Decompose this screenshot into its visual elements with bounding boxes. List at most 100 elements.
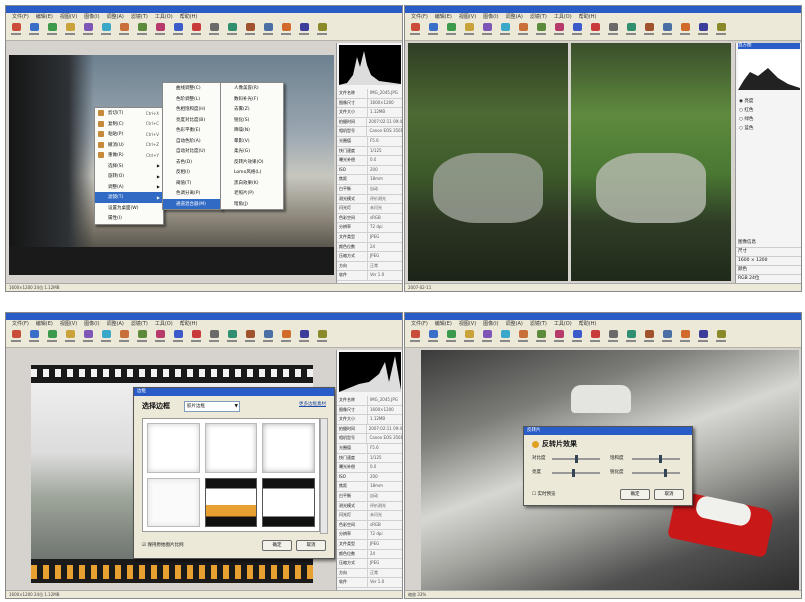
toolbar-button[interactable] — [427, 330, 439, 345]
toolbar-button[interactable] — [445, 330, 457, 345]
toolbar-button[interactable] — [244, 330, 256, 345]
submenu-item[interactable]: 暗角(J) — [221, 199, 283, 210]
menu-filter[interactable]: 滤镜(T) — [530, 13, 547, 21]
ctx-item-adjust[interactable]: 调整(A) ▶ — [95, 182, 163, 193]
menu-filter[interactable]: 滤镜(T) — [530, 320, 547, 328]
toolbar-button[interactable] — [643, 330, 655, 345]
channel-option-luminance[interactable]: ◉ 亮度 — [739, 97, 753, 106]
menu-adjust[interactable]: 调整(A) — [107, 13, 124, 21]
toolbar-button[interactable] — [190, 23, 202, 38]
toolbar-button[interactable] — [208, 23, 220, 38]
sharpness-slider[interactable] — [632, 469, 680, 477]
menu-file[interactable]: 文件(F) — [12, 13, 29, 21]
menu-edit[interactable]: 编辑(E) — [36, 320, 53, 328]
toolbar-button[interactable] — [280, 23, 292, 38]
toolbar-button[interactable] — [316, 330, 328, 345]
toolbar-button[interactable] — [679, 330, 691, 345]
menu-help[interactable]: 帮助(H) — [180, 13, 198, 21]
menu-help[interactable]: 帮助(H) — [579, 13, 597, 21]
toolbar-button[interactable] — [625, 330, 637, 345]
toolbar-button[interactable] — [715, 330, 727, 345]
submenu-item[interactable]: 色相饱和度(H) — [163, 104, 221, 115]
toolbar-button[interactable] — [589, 330, 601, 345]
toolbar-button[interactable] — [46, 330, 58, 345]
border-thumbnail[interactable] — [147, 477, 200, 527]
keep-ratio-checkbox[interactable]: ☑ 保持原始图片比例 — [142, 542, 183, 548]
border-thumbnail[interactable] — [262, 477, 315, 527]
toolbar-button[interactable] — [82, 330, 94, 345]
toolbar-button[interactable] — [10, 23, 22, 38]
submenu-item[interactable]: 色彩平衡(E) — [163, 125, 221, 136]
submenu-item[interactable]: 自动色阶(A) — [163, 136, 221, 147]
ok-button[interactable]: 确定 — [620, 489, 650, 500]
toolbar-button[interactable] — [136, 23, 148, 38]
toolbar-button[interactable] — [571, 23, 583, 38]
menu-help[interactable]: 帮助(H) — [180, 320, 198, 328]
toolbar-button[interactable] — [154, 330, 166, 345]
toolbar-button[interactable] — [697, 23, 709, 38]
ctx-item-rotate[interactable]: 旋转(O) ▶ — [95, 171, 163, 182]
menu-view[interactable]: 视图(V) — [60, 320, 77, 328]
toolbar-button[interactable] — [409, 23, 421, 38]
toolbar-button[interactable] — [445, 23, 457, 38]
toolbar-button[interactable] — [463, 23, 475, 38]
toolbar-button[interactable] — [316, 23, 328, 38]
toolbar-button[interactable] — [607, 23, 619, 38]
submenu-item[interactable]: 去雾(Z) — [221, 104, 283, 115]
toolbar-button[interactable] — [100, 330, 112, 345]
menu-filter[interactable]: 滤镜(T) — [131, 13, 148, 21]
submenu-item[interactable]: 黑白效果(K) — [221, 178, 283, 189]
toolbar-button[interactable] — [571, 330, 583, 345]
toolbar-button[interactable] — [625, 23, 637, 38]
toolbar-button[interactable] — [262, 23, 274, 38]
menu-edit[interactable]: 编辑(E) — [36, 13, 53, 21]
toolbar-button[interactable] — [589, 23, 601, 38]
submenu-item[interactable]: 曲线调整(C) — [163, 83, 221, 94]
toolbar-button[interactable] — [517, 330, 529, 345]
brightness-slider[interactable] — [552, 469, 600, 477]
submenu-item[interactable]: 通道混合器(M) — [163, 198, 221, 209]
toolbar-button[interactable] — [208, 330, 220, 345]
toolbar-button[interactable] — [661, 330, 673, 345]
submenu-item[interactable]: 去色(D) — [163, 157, 221, 168]
toolbar-button[interactable] — [172, 23, 184, 38]
border-type-select[interactable]: 胶片边框 ▼ — [184, 401, 240, 412]
menu-image[interactable]: 图像(I) — [483, 13, 498, 21]
toolbar-button[interactable] — [679, 23, 691, 38]
toolbar-button[interactable] — [553, 330, 565, 345]
toolbar-button[interactable] — [172, 330, 184, 345]
preview-checkbox[interactable]: ☐ 实时预览 — [532, 491, 555, 497]
submenu-item[interactable]: Lomo风格(L) — [221, 167, 283, 178]
ok-button[interactable]: 确定 — [262, 540, 292, 551]
submenu-item[interactable]: 色阶调整(L) — [163, 94, 221, 105]
channel-option-red[interactable]: ○ 红色 — [739, 106, 753, 115]
submenu-item[interactable]: 亮度对比度(B) — [163, 115, 221, 126]
cancel-button[interactable]: 取消 — [654, 489, 684, 500]
ctx-item-copy[interactable]: 复制(C) Ctrl+C — [95, 119, 163, 130]
toolbar-button[interactable] — [280, 330, 292, 345]
toolbar-button[interactable] — [64, 23, 76, 38]
menu-file[interactable]: 文件(F) — [411, 13, 428, 21]
more-borders-link[interactable]: 更多边框素材 — [299, 401, 326, 407]
menu-image[interactable]: 图像(I) — [84, 13, 99, 21]
submenu-item[interactable]: 柔光(G) — [221, 146, 283, 157]
menu-image[interactable]: 图像(I) — [84, 320, 99, 328]
channel-option-green[interactable]: ○ 绿色 — [739, 115, 753, 124]
toolbar-button[interactable] — [697, 330, 709, 345]
ctx-item-select[interactable]: 选择(S) ▶ — [95, 161, 163, 172]
toolbar-button[interactable] — [298, 23, 310, 38]
toolbar-button[interactable] — [409, 330, 421, 345]
ctx-item-redo[interactable]: 重做(R) Ctrl+Y — [95, 150, 163, 161]
submenu-item[interactable]: 数码补光(F) — [221, 94, 283, 105]
toolbar-button[interactable] — [118, 23, 130, 38]
toolbar-button[interactable] — [262, 330, 274, 345]
toolbar-button[interactable] — [226, 330, 238, 345]
border-thumbnail[interactable] — [262, 423, 315, 473]
menu-edit[interactable]: 编辑(E) — [435, 320, 452, 328]
submenu-item[interactable]: 自动对比度(U) — [163, 146, 221, 157]
menu-help[interactable]: 帮助(H) — [579, 320, 597, 328]
toolbar-button[interactable] — [82, 23, 94, 38]
menu-view[interactable]: 视图(V) — [459, 13, 476, 21]
submenu-item[interactable]: 锐化(S) — [221, 115, 283, 126]
toolbar-button[interactable] — [499, 330, 511, 345]
